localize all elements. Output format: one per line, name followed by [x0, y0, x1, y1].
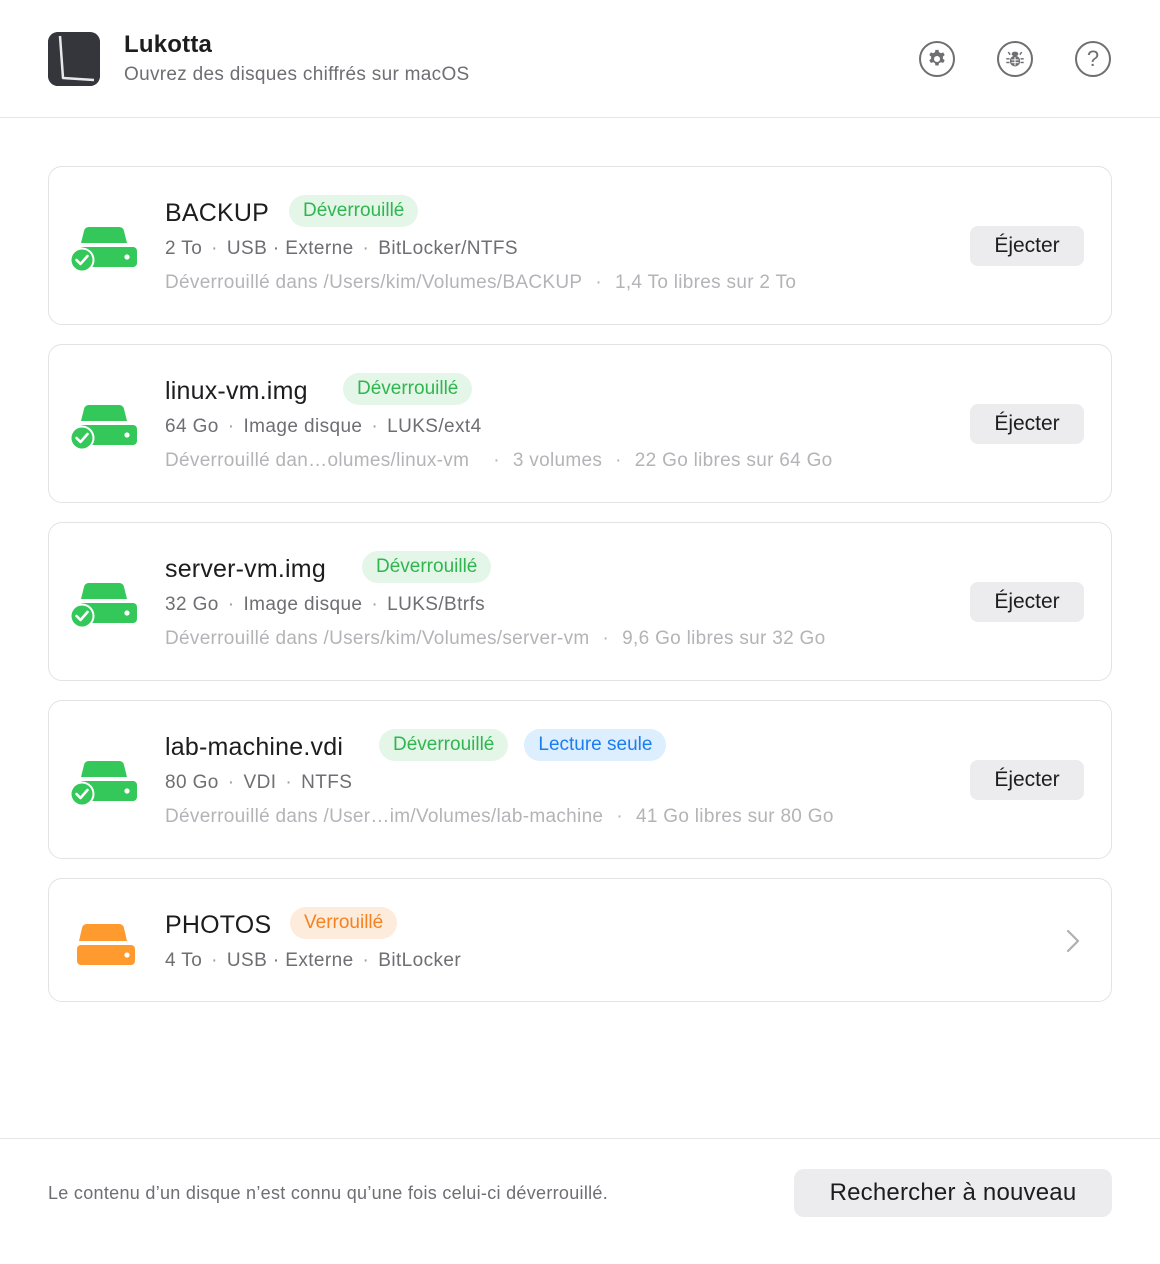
eject-button[interactable]: Éjecter: [970, 404, 1084, 444]
disk-connection: USB · Externe: [226, 950, 354, 971]
free-space: 1,4 To libres sur 2 To: [614, 272, 797, 293]
bug-icon: [1006, 51, 1024, 67]
mount-path: Déverrouillé dans /User…im/Volumes/lab-m…: [165, 806, 604, 827]
free-space: 9,6 Go libres sur 32 Go: [622, 628, 826, 649]
volume-count: 3 volumes: [512, 450, 603, 471]
disk-meta: 4 To · USB · Externe · BitLocker: [165, 950, 462, 971]
eject-button[interactable]: Éjecter: [970, 760, 1084, 800]
disk-connection: USB · Externe: [226, 238, 354, 259]
mount-path: Déverrouillé dan…olumes/linux-vm: [165, 450, 470, 471]
status-badge-unlocked: Déverrouillé: [289, 195, 419, 227]
disk-format: NTFS: [301, 772, 353, 793]
rescan-button[interactable]: Rechercher à nouveau: [794, 1169, 1112, 1217]
badge-group: Déverrouillé: [362, 551, 492, 583]
disk-meta: 2 To · USB · Externe · BitLocker/NTFS: [165, 238, 518, 259]
status-badge-unlocked: Déverrouillé: [343, 373, 473, 405]
disk-name: linux-vm.img: [165, 377, 308, 405]
app-logo-icon: [48, 32, 100, 86]
footer-note: Le contenu d’un disque n’est connu qu’un…: [48, 1183, 609, 1203]
eject-button[interactable]: Éjecter: [970, 582, 1084, 622]
free-space: 22 Go libres sur 64 Go: [634, 450, 833, 471]
disk-name: PHOTOS: [165, 911, 272, 939]
badge-group: Verrouillé: [290, 907, 398, 939]
disk-name: BACKUP: [165, 199, 270, 227]
status-badge-locked: Verrouillé: [290, 907, 398, 939]
drive-locked-icon: [77, 924, 135, 965]
drive-unlocked-icon: [69, 583, 137, 629]
help-icon: ?: [1086, 46, 1100, 71]
disk-connection: Image disque: [243, 594, 363, 615]
disk-size: 32 Go: [165, 594, 219, 615]
disk-detail: Déverrouillé dans /Users/kim/Volumes/ser…: [165, 628, 826, 649]
badge-group: Déverrouillé: [343, 373, 473, 405]
disk-name: server-vm.img: [165, 555, 326, 583]
header: Lukotta Ouvrez des disques chiffrés sur …: [0, 0, 1160, 118]
disk-detail: Déverrouillé dan…olumes/linux-vm · 3 volum…: [165, 450, 833, 471]
disk-size: 64 Go: [165, 416, 219, 437]
free-space: 41 Go libres sur 80 Go: [635, 806, 834, 827]
disk-size: 80 Go: [165, 772, 219, 793]
gear-icon: [929, 49, 945, 66]
badge-group: Déverrouillé Lecture seule: [379, 729, 667, 761]
disk-meta: 80 Go · VDI · NTFS: [165, 772, 353, 793]
disk-card-backup[interactable]: BACKUP Déverrouillé 2 To · USB · Externe · B…: [48, 166, 1112, 325]
disk-format: BitLocker: [378, 950, 462, 971]
app-subtitle: Ouvrez des disques chiffrés sur macOS: [124, 64, 470, 85]
disk-size: 2 To: [165, 238, 203, 259]
disk-size: 4 To: [165, 950, 203, 971]
settings-button[interactable]: [919, 41, 955, 77]
drive-unlocked-icon: [69, 405, 137, 451]
mount-path: Déverrouillé dans /Users/kim/Volumes/BAC…: [165, 272, 583, 293]
eject-button[interactable]: Éjecter: [970, 226, 1084, 266]
disk-connection: Image disque: [243, 416, 363, 437]
disk-card-lab-machine[interactable]: lab-machine.vdi Déverrouillé Lecture seu…: [48, 700, 1112, 859]
app-title: Lukotta: [124, 31, 213, 58]
disk-card-linux-vm[interactable]: linux-vm.img Déverrouillé 64 Go · Image di…: [48, 344, 1112, 503]
drive-unlocked-icon: [69, 227, 137, 273]
disk-detail: Déverrouillé dans /Users/kim/Volumes/BAC…: [165, 272, 797, 293]
disk-format: LUKS/ext4: [387, 416, 482, 437]
disk-card-server-vm[interactable]: server-vm.img Déverrouillé 32 Go · Image d…: [48, 522, 1112, 681]
status-badge-unlocked: Déverrouillé: [362, 551, 492, 583]
disk-format: LUKS/Btrfs: [387, 594, 486, 615]
drive-unlocked-icon: [69, 761, 137, 807]
disk-connection: VDI: [243, 772, 277, 793]
disk-card-photos[interactable]: PHOTOS Verrouillé 4 To · USB · Externe · Bit…: [48, 878, 1112, 1002]
help-button[interactable]: ?: [1075, 41, 1111, 77]
disk-format: BitLocker/NTFS: [378, 238, 518, 259]
disk-name: lab-machine.vdi: [165, 733, 344, 761]
disk-meta: 32 Go · Image disque · LUKS/Btrfs: [165, 594, 486, 615]
footer: Le contenu d’un disque n’est connu qu’un…: [0, 1138, 1160, 1264]
mount-path: Déverrouillé dans /Users/kim/Volumes/ser…: [165, 628, 590, 649]
disk-meta: 64 Go · Image disque · LUKS/ext4: [165, 416, 482, 437]
app-window: Lukotta Ouvrez des disques chiffrés sur …: [0, 0, 1160, 1264]
chevron-right-icon[interactable]: [1065, 927, 1081, 955]
status-badge-unlocked: Déverrouillé: [379, 729, 509, 761]
badge-group: Déverrouillé: [289, 195, 419, 227]
status-badge-readonly: Lecture seule: [524, 729, 667, 761]
debug-button[interactable]: [997, 41, 1033, 77]
disk-detail: Déverrouillé dans /User…im/Volumes/lab-m…: [165, 806, 834, 827]
